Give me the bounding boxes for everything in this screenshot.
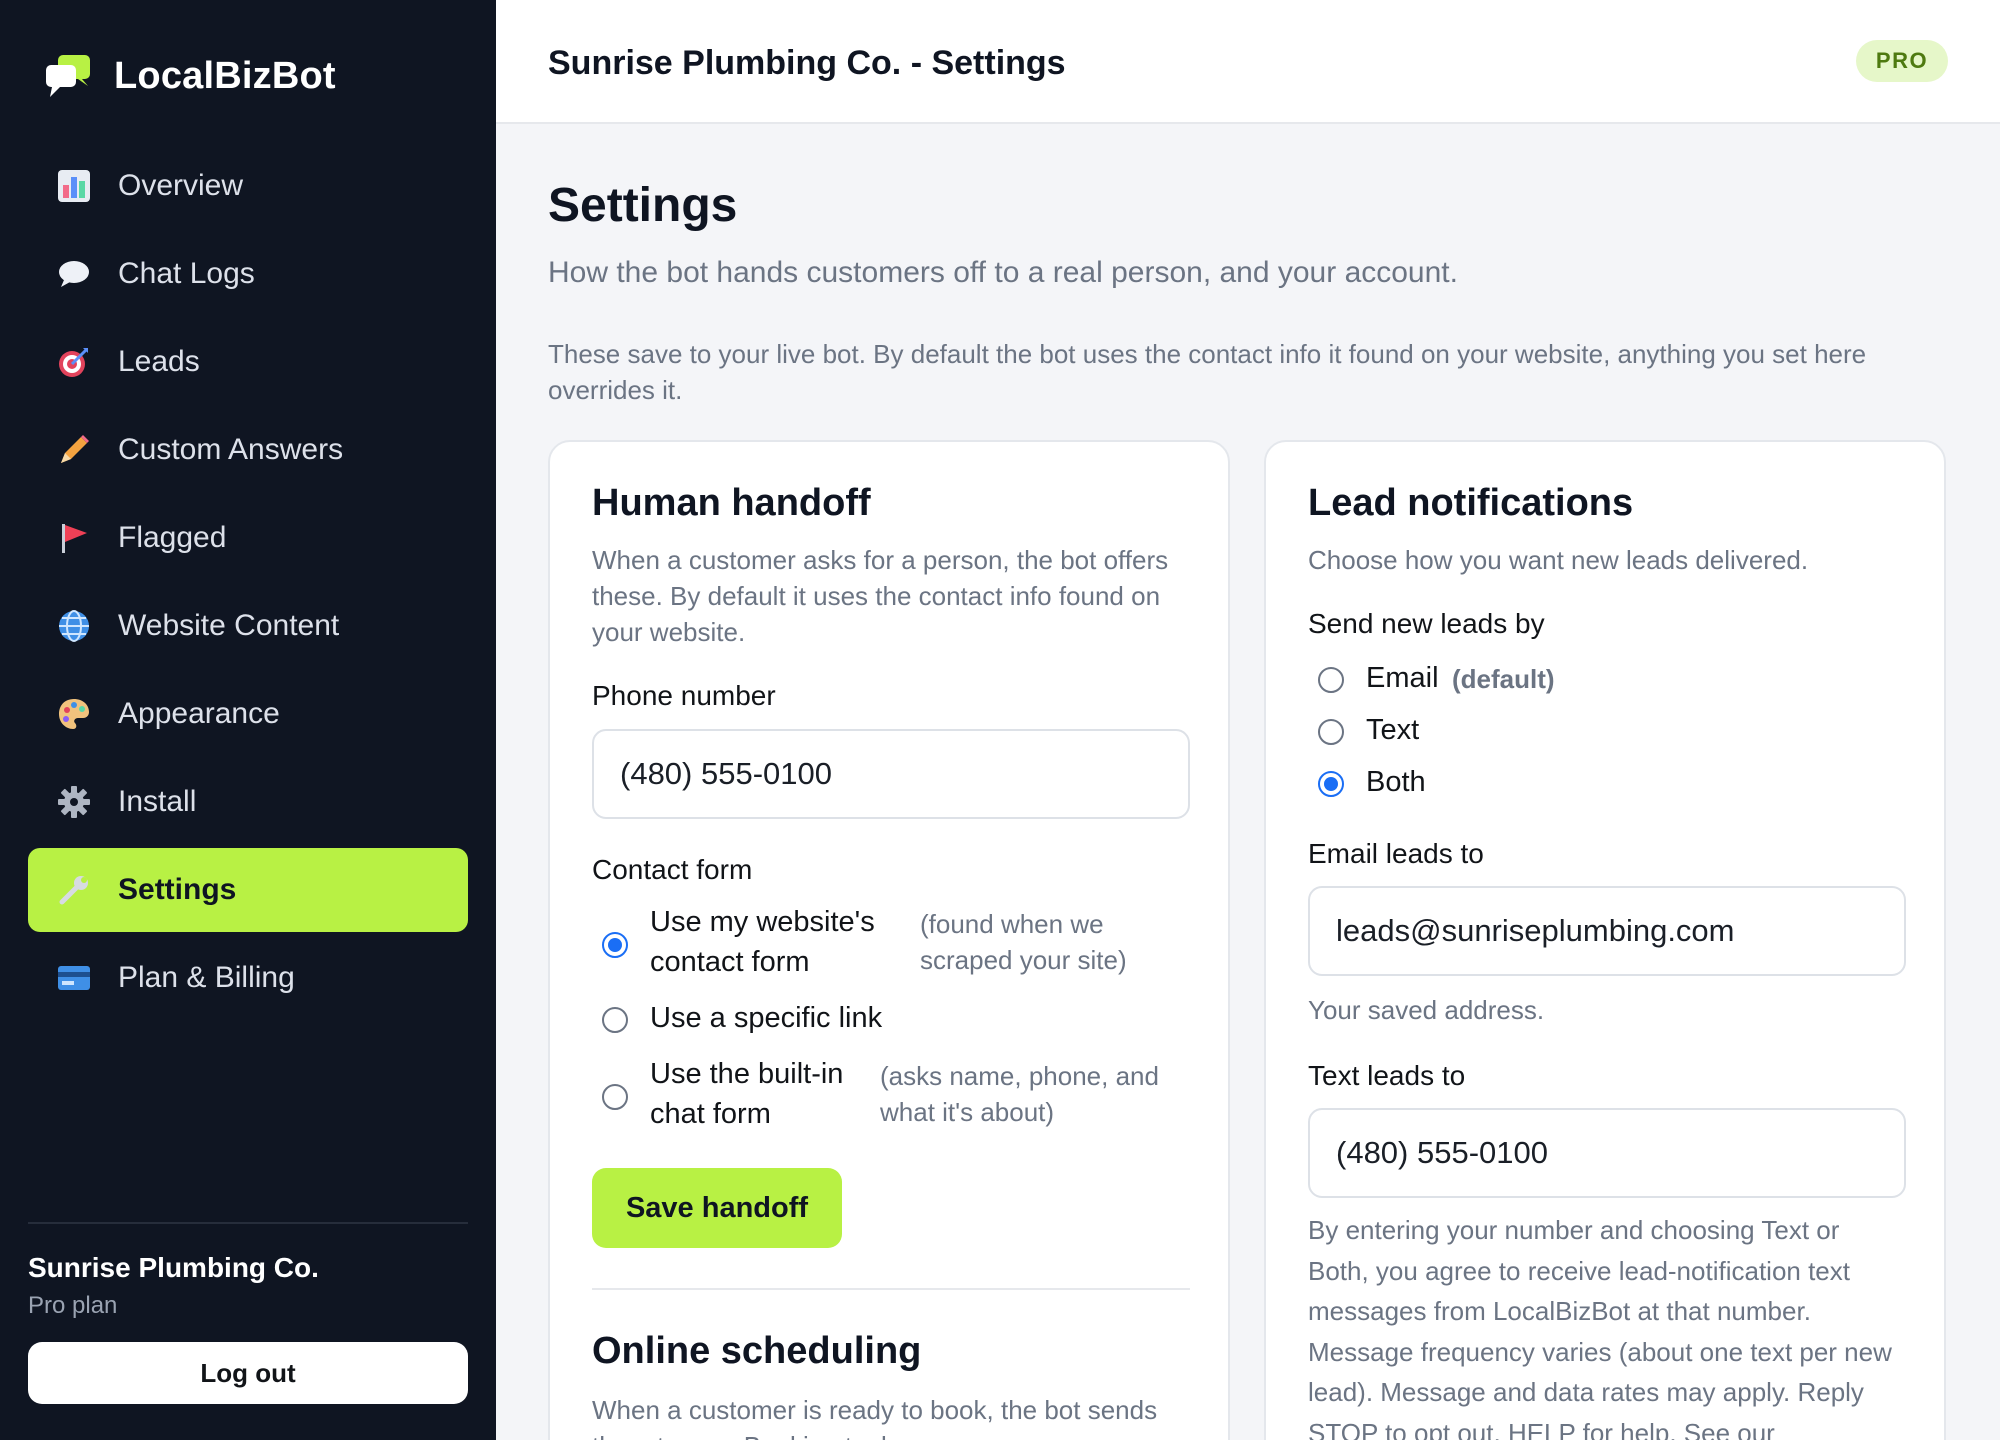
page-title: Settings [548,179,738,232]
save-handoff-button[interactable]: Save handoff [592,1168,842,1248]
credit-card-icon [56,960,92,996]
option-hint: (asks name, phone, and what it's about) [880,1061,1159,1127]
speech-bubble-icon [56,256,92,292]
flag-icon [56,520,92,556]
send-by-label: Send new leads by [1308,608,1545,639]
card-title: Human handoff [592,482,871,524]
send-by-option[interactable]: Text [1308,710,1902,754]
header-title: Sunrise Plumbing Co. - Settings [548,44,1066,82]
phone-number-label: Phone number [592,680,776,711]
online-scheduling-description: When a customer is ready to book, the bo… [592,1395,1158,1440]
top-bar: Sunrise Plumbing Co. - Settings PRO [496,0,2000,124]
radio-button[interactable] [602,1007,628,1033]
bar-chart-icon [56,168,92,204]
sidebar-item-label: Settings [118,873,237,906]
radio-button[interactable] [602,932,628,958]
text-leads-label: Text leads to [1308,1060,1466,1091]
email-leads-input[interactable]: leads@sunriseplumbing.com [1308,886,1906,976]
option-hint: (default) [1452,664,1555,694]
wrench-icon [56,872,92,908]
online-scheduling-title: Online scheduling [592,1330,922,1372]
sidebar-item-label: Install [118,785,197,818]
sidebar-item-label: Flagged [118,521,227,554]
sidebar-item-overview[interactable]: Overview [28,144,468,228]
page-note: These save to your live bot. By default … [548,339,1867,405]
contact-form-option[interactable]: Use a specific link [592,998,1186,1042]
plan-label: Pro plan [28,1292,118,1319]
sidebar-item-label: Chat Logs [118,257,255,290]
email-leads-label: Email leads to [1308,838,1484,869]
sidebar-item-website-content[interactable]: Website Content [28,584,468,668]
email-help-text: Your saved address. [1308,995,1545,1025]
contact-form-option[interactable]: Use the built-in chat form (asks name, p… [592,1054,1186,1138]
sidebar-item-flagged[interactable]: Flagged [28,496,468,580]
sidebar-item-appearance[interactable]: Appearance [28,672,468,756]
pencil-icon [56,432,92,468]
option-label: Use a specific link [650,1002,883,1034]
text-leads-input[interactable]: (480) 555-0100 [1308,1108,1906,1198]
sidebar-item-label: Leads [118,345,200,378]
option-label: Use the built-in chat form [650,1058,844,1130]
option-label: Both [1366,766,1426,798]
human-handoff-card: Human handoff When a customer asks for a… [548,440,1230,1440]
globe-icon [56,608,92,644]
sidebar-item-leads[interactable]: Leads [28,320,468,404]
sidebar-item-label: Plan & Billing [118,961,295,994]
sidebar-item-label: Custom Answers [118,433,344,466]
option-label: Text [1366,714,1420,746]
contact-form-option[interactable]: Use my website's contact form (found whe… [592,902,1186,986]
send-by-option[interactable]: Both [1308,762,1902,806]
logout-button[interactable]: Log out [28,1342,468,1404]
sidebar-item-custom-answers[interactable]: Custom Answers [28,408,468,492]
option-label: Email [1366,662,1439,694]
send-by-option[interactable]: Email (default) [1308,658,1902,702]
phone-number-input[interactable]: (480) 555-0100 [592,729,1190,819]
option-label: Use my website's contact form [650,906,875,978]
card-description: Choose how you want new leads delivered. [1308,545,1809,575]
app-name: LocalBizBot [114,54,336,97]
sidebar-item-install[interactable]: Install [28,760,468,844]
org-name: Sunrise Plumbing Co. [28,1252,319,1283]
card-title: Lead notifications [1308,482,1634,524]
radio-button[interactable] [1318,719,1344,745]
palette-icon [56,696,92,732]
sidebar: LocalBizBot Overview Chat Logs Leads Cus… [0,0,496,1440]
brand[interactable]: LocalBizBot [44,50,336,102]
lead-notifications-card: Lead notifications Choose how you want n… [1264,440,1946,1440]
sidebar-item-chat-logs[interactable]: Chat Logs [28,232,468,316]
sidebar-item-label: Overview [118,169,244,202]
radio-button[interactable] [1318,771,1344,797]
sidebar-item-settings[interactable]: Settings [28,848,468,932]
sidebar-item-label: Appearance [118,697,280,730]
contact-form-label: Contact form [592,854,753,885]
card-divider [592,1288,1190,1290]
gear-icon [56,784,92,820]
chat-bubbles-logo-icon [44,53,92,99]
sidebar-divider [28,1222,468,1224]
target-icon [56,344,92,380]
radio-button[interactable] [1318,667,1344,693]
sidebar-item-label: Website Content [118,609,340,642]
page-subtitle: How the bot hands customers off to a rea… [548,256,1458,289]
card-description: When a customer asks for a person, the b… [592,545,1169,647]
sms-consent-text: By entering your number and choosing Tex… [1308,1215,1892,1440]
radio-button[interactable] [602,1084,628,1110]
option-hint: (found when we scraped your site) [920,909,1127,975]
plan-badge: PRO [1856,40,1948,82]
sidebar-nav: Overview Chat Logs Leads Custom Answers … [28,144,468,1024]
sidebar-item-plan-billing[interactable]: Plan & Billing [28,936,468,1020]
